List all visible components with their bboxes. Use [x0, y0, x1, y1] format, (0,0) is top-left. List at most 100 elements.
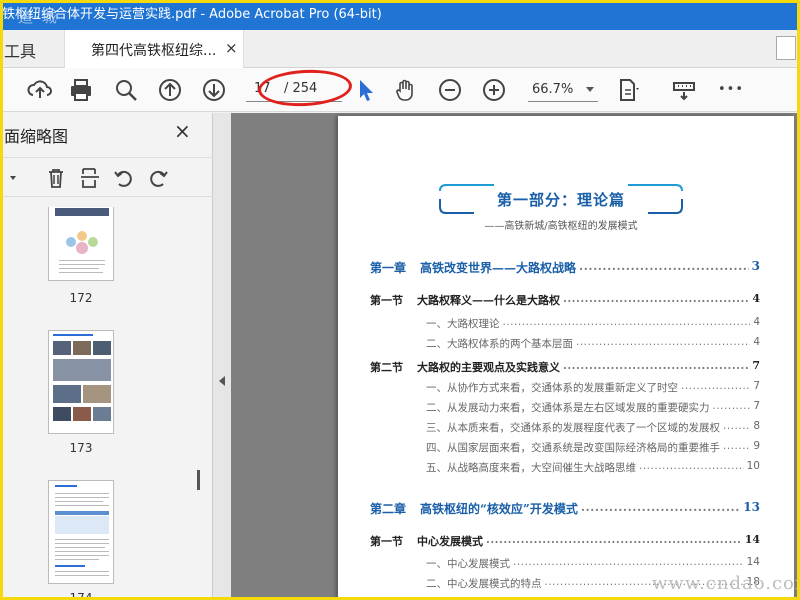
extract-pages-icon[interactable] [78, 166, 102, 190]
toc-item[interactable]: 一、大路权理论.................................… [426, 316, 760, 332]
toc-number: 第一节 [370, 294, 403, 307]
keyboard-tool-icon[interactable] [670, 76, 698, 104]
page-thumbnail[interactable] [48, 480, 114, 584]
part-title: 第一部分：理论篇 [496, 191, 625, 209]
toc-number: 第一章 [370, 261, 407, 275]
toc-page-number: 7 [753, 380, 760, 392]
toc-leader-dots: ........................................… [681, 380, 751, 392]
panel-close-icon[interactable]: × [174, 119, 191, 143]
toc-leader-dots: ........................................… [639, 460, 744, 472]
panel-collapse-strip[interactable] [213, 113, 231, 600]
zoom-value: 66.7% [532, 82, 574, 97]
select-cursor-icon[interactable] [352, 76, 380, 104]
window-title: 铁枢纽综合体开发与运营实践.pdf - Adobe Acrobat Pro (6… [2, 7, 382, 22]
scrollbar-thumb[interactable] [197, 470, 200, 490]
toc-leader-dots: ........................................… [502, 316, 751, 328]
toc-chapter[interactable]: 第二章 高铁枢纽的“核效应”开发模式.......................… [370, 500, 760, 516]
toc-text: 二、从发展动力来看，交通体系是左右区域发展的重要硬实力 [426, 402, 710, 414]
toc-item[interactable]: 一、从协作方式来看，交通体系的发展重新定义了时空................… [426, 380, 760, 396]
cloud-upload-icon[interactable] [26, 76, 54, 104]
toc-item[interactable]: 四、从国家层面来看，交通系统是改变国际经济格局的重要推手............… [426, 440, 760, 456]
toc-page-number: 8 [753, 420, 760, 432]
toc-item[interactable]: 二、从发展动力来看，交通体系是左右区域发展的重要硬实力.............… [426, 400, 760, 416]
thumbnail-list: 172 173 174 [0, 207, 200, 600]
window-control-button[interactable] [776, 36, 796, 60]
toc-page-number: 10 [746, 460, 760, 472]
tab-document-label: 第四代高铁枢纽综... [91, 43, 217, 59]
toc-section[interactable]: 第二节 大路权的主要观点及实践意义........................… [370, 359, 760, 375]
toc-page-number: 14 [744, 533, 760, 546]
toc-chapter[interactable]: 第一章 高铁改变世界——大路权战略........................… [370, 259, 760, 275]
tab-tools[interactable]: 工具 [4, 38, 36, 62]
toc-leader-dots: ........................................… [712, 400, 751, 412]
toc-text: 中心发展模式 [417, 535, 483, 548]
toc-page-number: 9 [753, 440, 760, 452]
main-toolbar: 17 / 254 66.7% ••• [0, 68, 800, 112]
toc-text: 一、从协作方式来看，交通体系的发展重新定义了时空 [426, 382, 678, 394]
toc-text: 四、从国家层面来看，交通系统是改变国际经济格局的重要推手 [426, 442, 720, 454]
tab-bar: 工具 第四代高铁枢纽综... × [0, 30, 800, 68]
collapse-arrow-icon[interactable] [219, 376, 225, 386]
chevron-down-icon [586, 87, 594, 92]
toc-leader-dots: ........................................… [579, 259, 749, 273]
toc-section[interactable]: 第一节 中心发展模式...............................… [370, 533, 760, 549]
redo-icon[interactable] [146, 166, 170, 190]
page-thumbnail[interactable] [48, 207, 114, 281]
tab-document[interactable]: 第四代高铁枢纽综... × [64, 30, 244, 68]
toc-text: 大路权的主要观点及实践意义 [417, 361, 560, 374]
page-down-icon[interactable] [200, 76, 228, 104]
toc-item[interactable]: 一、中心发展模式................................… [426, 556, 760, 572]
print-icon[interactable] [67, 76, 95, 104]
toc-item[interactable]: 三、从本质来看，交通体系的发展程度代表了一个区域的发展权............… [426, 420, 760, 436]
part-subtitle: ——高铁新城/高铁枢纽的发展模式 [484, 221, 638, 232]
toc-leader-dots: ........................................… [513, 556, 744, 568]
page-up-icon[interactable] [156, 76, 184, 104]
part-title-frame: 第一部分：理论篇 [434, 183, 688, 221]
toc-text: 一、大路权理论 [426, 318, 500, 330]
page-fit-icon[interactable] [614, 76, 642, 104]
toc-text: 一、中心发展模式 [426, 558, 510, 570]
search-zoom-icon[interactable] [112, 76, 140, 104]
watermark-bottom: www.cndao.com [652, 573, 800, 594]
watermark-top: 道·城 [18, 8, 59, 26]
toc-leader-dots: ........................................… [563, 292, 750, 305]
thumbnail-label: 174 [69, 591, 93, 600]
toc-page-number: 7 [753, 400, 760, 412]
toc-leader-dots: ........................................… [723, 420, 750, 432]
toc-page-number: 4 [753, 316, 760, 328]
toc-text: 高铁枢纽的“核效应”开发模式 [420, 502, 578, 516]
toc-leader-dots: ........................................… [563, 359, 750, 372]
toc-page-number: 14 [746, 556, 760, 568]
toc-leader-dots: ........................................… [723, 440, 750, 452]
hand-tool-icon[interactable] [392, 76, 420, 104]
toc-item[interactable]: 五、从战略高度来看，大空间催生大战略思维....................… [426, 460, 760, 476]
zoom-select[interactable]: 66.7% [528, 80, 598, 102]
toc-page-number: 7 [752, 359, 760, 372]
thumbnail-label: 173 [69, 441, 93, 455]
toc-text: 二、大路权体系的两个基本层面 [426, 338, 573, 350]
toc-text: 二、中心发展模式的特点 [426, 578, 542, 590]
zoom-out-icon[interactable] [436, 76, 464, 104]
toc-leader-dots: ........................................… [580, 500, 740, 514]
toc-text: 五、从战略高度来看，大空间催生大战略思维 [426, 462, 636, 474]
options-dropdown-icon[interactable] [0, 166, 22, 190]
more-options-icon[interactable]: ••• [718, 82, 746, 110]
toc-page-number: 3 [751, 259, 760, 273]
toc-page-number: 4 [753, 336, 760, 348]
toc-number: 第二章 [370, 502, 407, 516]
trash-icon[interactable] [44, 166, 68, 190]
tab-close-icon[interactable]: × [225, 39, 238, 57]
toc-text: 三、从本质来看，交通体系的发展程度代表了一个区域的发展权 [426, 422, 720, 434]
toc-number: 第二节 [370, 361, 403, 374]
thumbnail-label: 172 [69, 291, 93, 305]
toc-page-number: 13 [743, 500, 760, 514]
toc-item[interactable]: 二、大路权体系的两个基本层面..........................… [426, 336, 760, 352]
page-thumbnail[interactable] [48, 330, 114, 434]
pdf-page: 第一部分：理论篇 ——高铁新城/高铁枢纽的发展模式 第一章 高铁改变世界——大路权… [338, 116, 794, 600]
thumbnail-scrollbar[interactable] [196, 94, 204, 490]
toc-section[interactable]: 第一节 大路权释义——什么是大路权........................… [370, 292, 760, 308]
zoom-in-icon[interactable] [480, 76, 508, 104]
toc-number: 第一节 [370, 535, 403, 548]
window-title-bar: 铁枢纽综合体开发与运营实践.pdf - Adobe Acrobat Pro (6… [0, 0, 800, 30]
undo-icon[interactable] [112, 166, 136, 190]
